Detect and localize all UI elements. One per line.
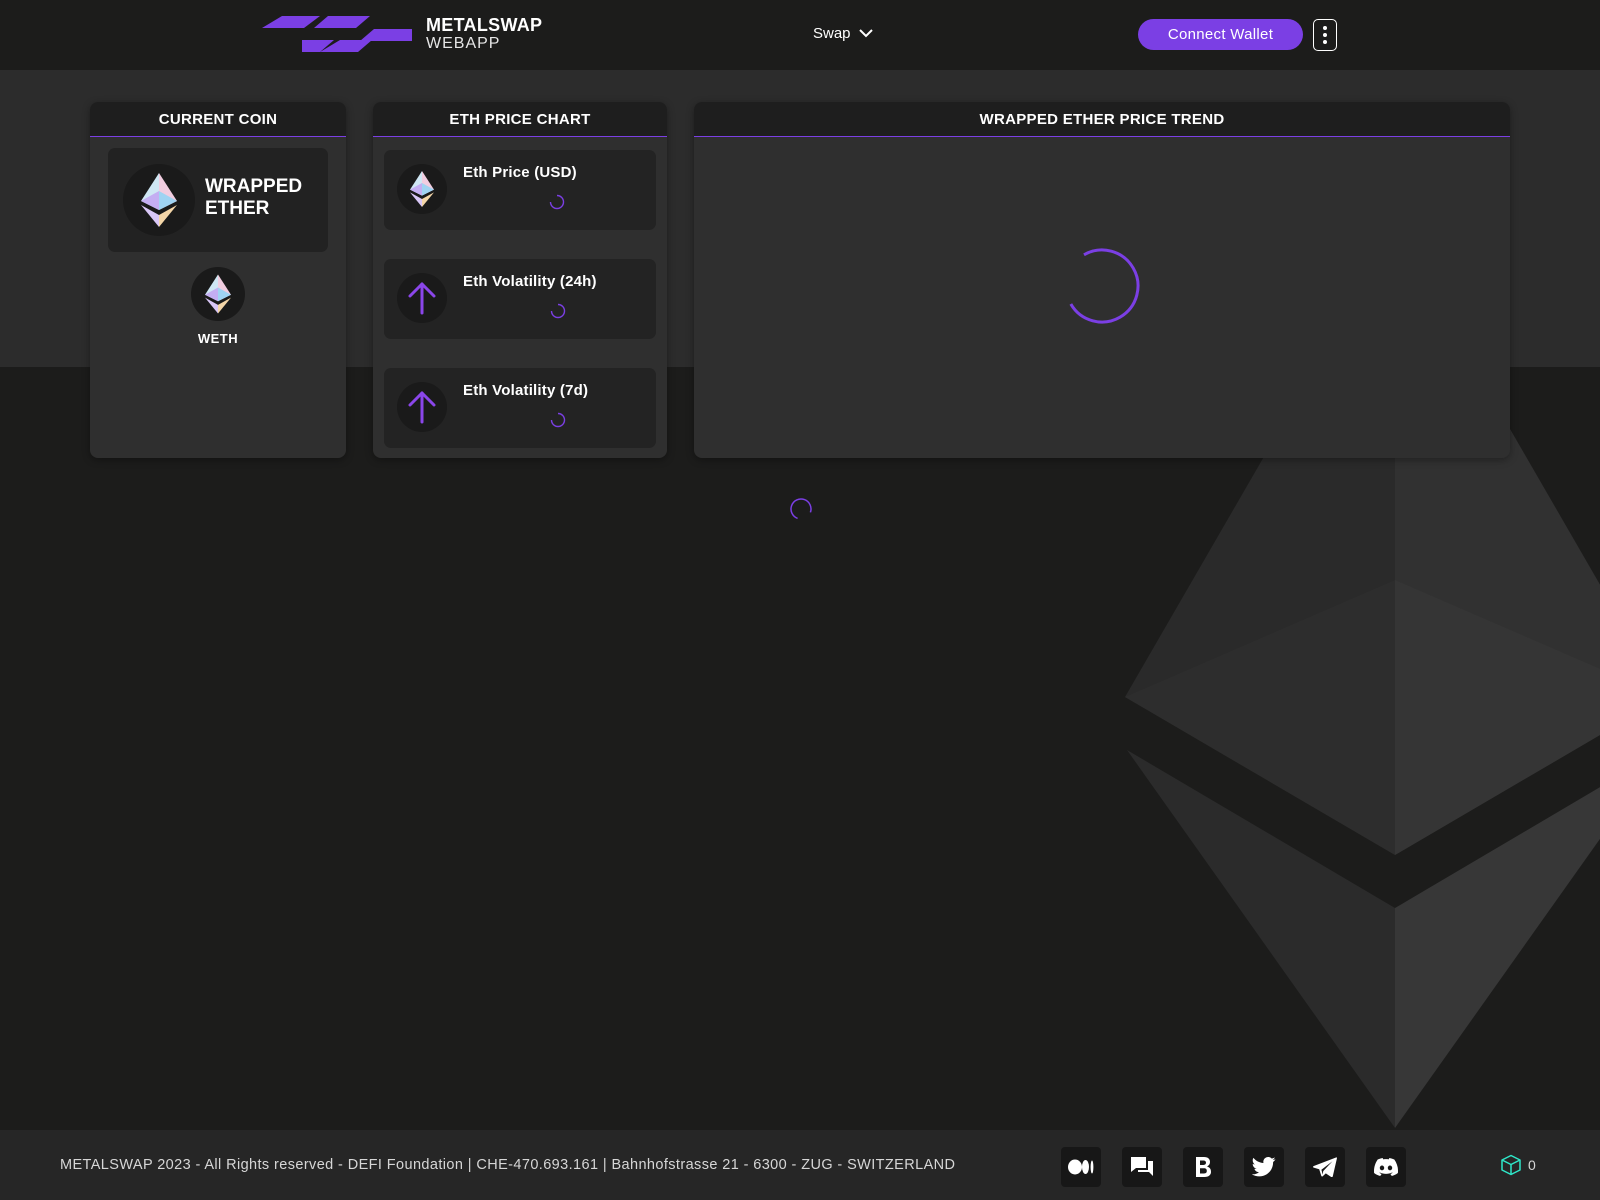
- swap-nav-dropdown[interactable]: Swap: [813, 22, 873, 44]
- more-options-button[interactable]: [1313, 19, 1337, 51]
- price-trend-card: WRAPPED ETHER PRICE TREND: [694, 102, 1510, 458]
- stat-avatar: [397, 273, 447, 323]
- coin-avatar: [123, 164, 195, 236]
- coin-token-avatar: [191, 267, 245, 321]
- footer: METALSWAP 2023 - All Rights reserved - D…: [0, 1130, 1600, 1200]
- twitter-icon: [1252, 1157, 1276, 1177]
- bitcointalk-icon: [1196, 1157, 1211, 1177]
- eth-price-chart-heading: ETH PRICE CHART: [373, 102, 667, 137]
- dot: [1323, 33, 1327, 37]
- cube-icon: [1501, 1154, 1521, 1176]
- connect-wallet-button[interactable]: Connect Wallet: [1138, 19, 1303, 50]
- price-trend-heading: WRAPPED ETHER PRICE TREND: [694, 102, 1510, 137]
- brand-name: METALSWAP: [426, 15, 543, 35]
- dot: [1323, 26, 1327, 30]
- eth-volatility-7d-stat: Eth Volatility (7d): [384, 368, 656, 448]
- stat-avatar: [397, 164, 447, 214]
- forum-icon: [1131, 1157, 1153, 1176]
- medium-link[interactable]: [1061, 1147, 1101, 1187]
- ethereum-icon: [410, 171, 434, 207]
- stat-title: Eth Price (USD): [463, 164, 577, 181]
- footer-legal-text: METALSWAP 2023 - All Rights reserved - D…: [60, 1157, 956, 1173]
- ethereum-icon: [141, 173, 177, 227]
- coin-name-line2: ETHER: [205, 198, 270, 219]
- ethereum-icon: [205, 274, 231, 314]
- eth-price-stat: Eth Price (USD): [384, 150, 656, 230]
- twitter-link[interactable]: [1244, 1147, 1284, 1187]
- medium-icon: [1068, 1159, 1094, 1175]
- eth-volatility-24h-stat: Eth Volatility (24h): [384, 259, 656, 339]
- eth-price-chart-card: ETH PRICE CHART Eth Price (USD) Eth Vola…: [373, 102, 667, 458]
- chevron-down-icon: [858, 29, 873, 38]
- discord-icon: [1374, 1158, 1398, 1176]
- block-number: 0: [1528, 1157, 1536, 1173]
- telegram-icon: [1313, 1157, 1337, 1177]
- bitcointalk-link[interactable]: [1183, 1147, 1223, 1187]
- dot: [1323, 40, 1327, 44]
- swap-nav-label: Swap: [813, 24, 851, 42]
- current-coin-heading: CURRENT COIN: [90, 102, 346, 137]
- brand-subtitle: WEBAPP: [426, 35, 501, 52]
- stat-title: Eth Volatility (24h): [463, 273, 597, 290]
- block-number-indicator: 0: [1500, 1154, 1536, 1176]
- current-coin-box: WRAPPED ETHER: [108, 148, 328, 252]
- forum-link[interactable]: [1122, 1147, 1162, 1187]
- loading-spinner-icon: [1069, 248, 1140, 324]
- arrow-up-icon: [408, 282, 436, 315]
- loading-spinner-icon: [549, 194, 565, 210]
- arrow-up-icon: [408, 391, 436, 424]
- loading-spinner-icon: [550, 303, 566, 319]
- top-header: METALSWAP WEBAPP Swap Connect Wallet: [0, 0, 1600, 70]
- current-coin-card: CURRENT COIN WRAPPED ETHER WETH: [90, 102, 346, 458]
- coin-name-line1: WRAPPED: [205, 176, 303, 197]
- coin-symbol: WETH: [197, 331, 239, 346]
- stat-title: Eth Volatility (7d): [463, 382, 589, 399]
- loading-spinner-icon: [550, 412, 566, 428]
- metalswap-logo: [262, 16, 412, 52]
- discord-link[interactable]: [1366, 1147, 1406, 1187]
- telegram-link[interactable]: [1305, 1147, 1345, 1187]
- coin-name: WRAPPED ETHER: [205, 176, 325, 220]
- stat-avatar: [397, 382, 447, 432]
- loading-spinner-icon: [790, 498, 812, 520]
